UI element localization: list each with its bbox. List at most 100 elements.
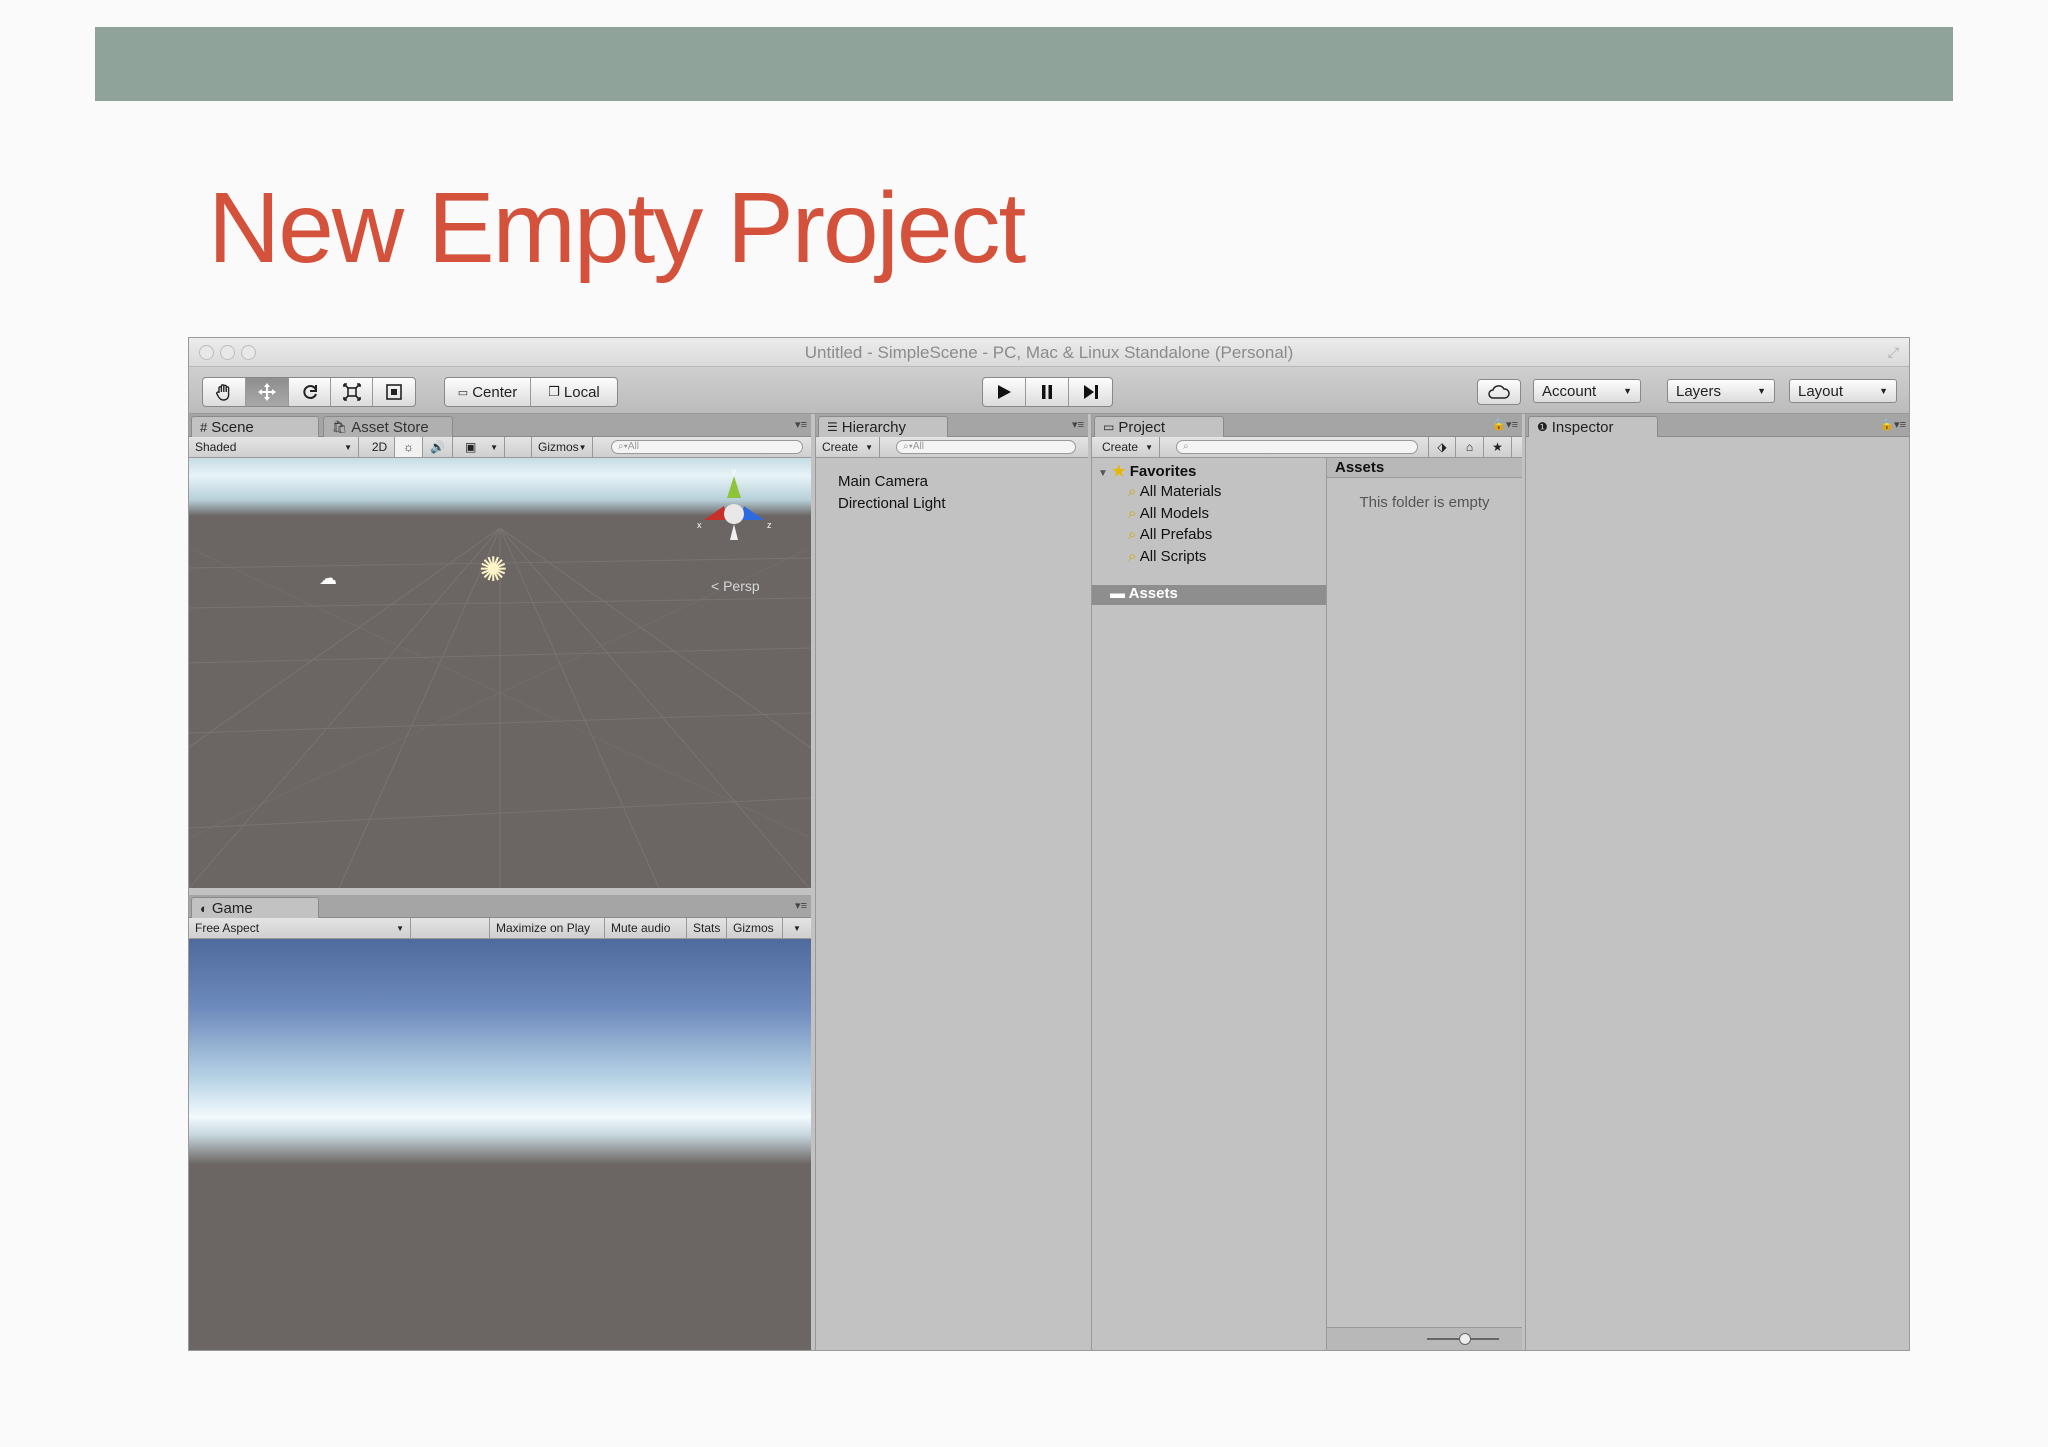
step-button[interactable] bbox=[1069, 378, 1112, 406]
assets-breadcrumb: Assets bbox=[1327, 458, 1522, 478]
favorite-item[interactable]: ⌕ All Materials bbox=[1128, 483, 1221, 500]
cloud-services-button[interactable] bbox=[1477, 379, 1521, 405]
main-toolbar: ▭ Center ❒ Local Account ▼ Layers ▼ Layo… bbox=[189, 367, 1909, 414]
account-dropdown[interactable]: Account ▼ bbox=[1533, 379, 1641, 403]
asset-size-bar bbox=[1327, 1327, 1522, 1350]
lock-menu-icon[interactable]: 🔒▾≡ bbox=[1880, 418, 1906, 431]
panel-menu-icon[interactable]: ▾≡ bbox=[795, 899, 807, 912]
folder-icon: ▬ bbox=[1110, 585, 1125, 602]
game-gizmos-button[interactable]: Gizmos bbox=[727, 918, 783, 938]
playback-controls bbox=[982, 377, 1113, 407]
hierarchy-item[interactable]: Main Camera bbox=[838, 473, 928, 490]
scale-tool-button[interactable] bbox=[331, 378, 373, 406]
maximize-on-play-toggle[interactable]: Maximize on Play bbox=[489, 918, 605, 938]
game-viewport[interactable] bbox=[189, 939, 811, 1350]
slider-thumb[interactable] bbox=[1459, 1333, 1471, 1345]
lock-menu-icon[interactable]: 🔒▾≡ bbox=[1492, 418, 1518, 431]
move-tool-button[interactable] bbox=[246, 378, 289, 406]
orientation-gizmo[interactable]: y x z bbox=[689, 468, 779, 558]
favorites-group[interactable]: ▼ ★ Favorites bbox=[1098, 462, 1196, 480]
game-gizmos-label: Gizmos bbox=[733, 921, 774, 935]
move-arrows-icon bbox=[258, 383, 276, 401]
favorite-item[interactable]: ⌕ All Scripts bbox=[1128, 548, 1206, 565]
hierarchy-search-input[interactable]: ⌕▾All bbox=[896, 440, 1076, 454]
light-gizmo-icon[interactable]: ✺ bbox=[479, 550, 508, 590]
panel-menu-icon[interactable]: ▾≡ bbox=[795, 418, 807, 431]
tab-inspector[interactable]: ❶ Inspector bbox=[1528, 416, 1658, 437]
pause-icon bbox=[1042, 385, 1052, 399]
image-icon: ▣ bbox=[465, 440, 477, 454]
chevron-down-icon: ▼ bbox=[490, 442, 498, 452]
mute-audio-toggle[interactable]: Mute audio bbox=[605, 918, 687, 938]
scene-controlbar: Shaded ▼ 2D ☼ 🔊 ▣ ▼ Gizmos ▼ ⌕▾All bbox=[189, 437, 811, 458]
play-button[interactable] bbox=[983, 378, 1026, 406]
triangle-down-icon: ▼ bbox=[1098, 468, 1108, 479]
hierarchy-create-dropdown[interactable]: Create ▼ bbox=[816, 437, 880, 457]
pause-button[interactable] bbox=[1026, 378, 1069, 406]
axis-x-label: x bbox=[697, 520, 702, 530]
fullscreen-icon[interactable]: ⤢ bbox=[1888, 344, 1899, 361]
filter-by-label-button[interactable]: ⌂ bbox=[1456, 437, 1484, 457]
scene-gizmos-dropdown[interactable]: Gizmos ▼ bbox=[531, 437, 593, 457]
search-icon: ⌕▾ bbox=[903, 441, 913, 452]
layers-dropdown[interactable]: Layers ▼ bbox=[1667, 379, 1775, 403]
hand-tool-button[interactable] bbox=[203, 378, 246, 406]
shading-mode-dropdown[interactable]: Shaded ▼ bbox=[189, 437, 359, 457]
panel-menu-icon[interactable]: ▾≡ bbox=[1072, 418, 1084, 431]
tab-hierarchy[interactable]: ☰ Hierarchy bbox=[818, 416, 948, 437]
perspective-toggle[interactable]: < Persp bbox=[711, 578, 760, 594]
tab-game[interactable]: ◐ Game bbox=[191, 897, 319, 918]
project-create-label: Create bbox=[1102, 440, 1139, 454]
persp-label: Persp bbox=[723, 578, 760, 594]
project-search-input[interactable]: ⌕ bbox=[1176, 440, 1418, 454]
search-icon: ⌕ bbox=[1128, 526, 1137, 543]
sun-icon: ☼ bbox=[403, 440, 414, 454]
rotate-tool-button[interactable] bbox=[289, 378, 331, 406]
grid-icon: # bbox=[200, 419, 208, 435]
list-icon: ☰ bbox=[827, 420, 838, 434]
save-search-button[interactable]: ★ bbox=[1484, 437, 1512, 457]
transform-tools bbox=[202, 377, 416, 407]
aspect-dropdown[interactable]: Free Aspect ▼ bbox=[189, 918, 411, 938]
inspector-tabstrip: ❶ Inspector 🔒▾≡ bbox=[1526, 414, 1909, 437]
hierarchy-search-placeholder: All bbox=[912, 441, 924, 452]
layout-dropdown[interactable]: Layout ▼ bbox=[1789, 379, 1897, 403]
scene-effects-dropdown[interactable]: ▣ ▼ bbox=[459, 437, 505, 457]
star-icon: ★ bbox=[1112, 463, 1126, 480]
assets-folder-label: Assets bbox=[1128, 585, 1178, 602]
search-icon: ⌕▾ bbox=[618, 441, 628, 452]
slide-banner bbox=[95, 27, 1953, 101]
search-icon: ⌕ bbox=[1128, 483, 1137, 500]
slide-title: New Empty Project bbox=[208, 172, 1026, 284]
mode-2d-label: 2D bbox=[371, 440, 388, 454]
rect-tool-button[interactable] bbox=[373, 378, 415, 406]
aspect-label: Free Aspect bbox=[195, 921, 260, 935]
stats-toggle[interactable]: Stats bbox=[687, 918, 727, 938]
scene-audio-toggle[interactable]: 🔊 bbox=[423, 437, 453, 457]
scene-lighting-toggle[interactable]: ☼ bbox=[395, 437, 423, 457]
tab-asset-store[interactable]: 🛍 Asset Store bbox=[323, 416, 453, 437]
project-create-dropdown[interactable]: Create ▼ bbox=[1096, 437, 1160, 457]
filter-by-type-button[interactable]: ⬗ bbox=[1428, 437, 1456, 457]
mode-2d-toggle[interactable]: 2D bbox=[365, 437, 395, 457]
favorite-item-label: All Models bbox=[1139, 505, 1209, 522]
favorite-item[interactable]: ⌕ All Models bbox=[1128, 505, 1209, 522]
pivot-toggles: ▭ Center ❒ Local bbox=[444, 377, 618, 407]
tab-inspector-label: Inspector bbox=[1551, 418, 1614, 436]
game-tabstrip: ◐ Game ▾≡ bbox=[189, 895, 811, 918]
hierarchy-item[interactable]: Directional Light bbox=[838, 495, 946, 512]
game-gizmos-menu[interactable]: ▼ bbox=[783, 918, 811, 938]
pivot-center-button[interactable]: ▭ Center bbox=[445, 378, 531, 406]
camera-gizmo-icon[interactable]: ☁ bbox=[319, 568, 337, 589]
axis-y-label: y bbox=[732, 468, 737, 476]
tab-project[interactable]: ▭ Project bbox=[1094, 416, 1224, 437]
shading-mode-label: Shaded bbox=[195, 440, 237, 454]
scene-viewport[interactable]: ☁ ✺ y x z < Persp bbox=[189, 458, 811, 888]
hierarchy-panel: ☰ Hierarchy ▾≡ Create ▼ ⌕▾All Main Camer… bbox=[815, 414, 1088, 1350]
project-tabstrip: ▭ Project 🔒▾≡ bbox=[1092, 414, 1522, 437]
pivot-local-button[interactable]: ❒ Local bbox=[531, 378, 617, 406]
tab-scene[interactable]: # Scene bbox=[191, 416, 319, 437]
assets-folder-item[interactable]: ▬ Assets bbox=[1092, 585, 1326, 605]
scene-search-input[interactable]: ⌕▾All bbox=[611, 440, 803, 454]
favorite-item[interactable]: ⌕ All Prefabs bbox=[1128, 526, 1212, 543]
